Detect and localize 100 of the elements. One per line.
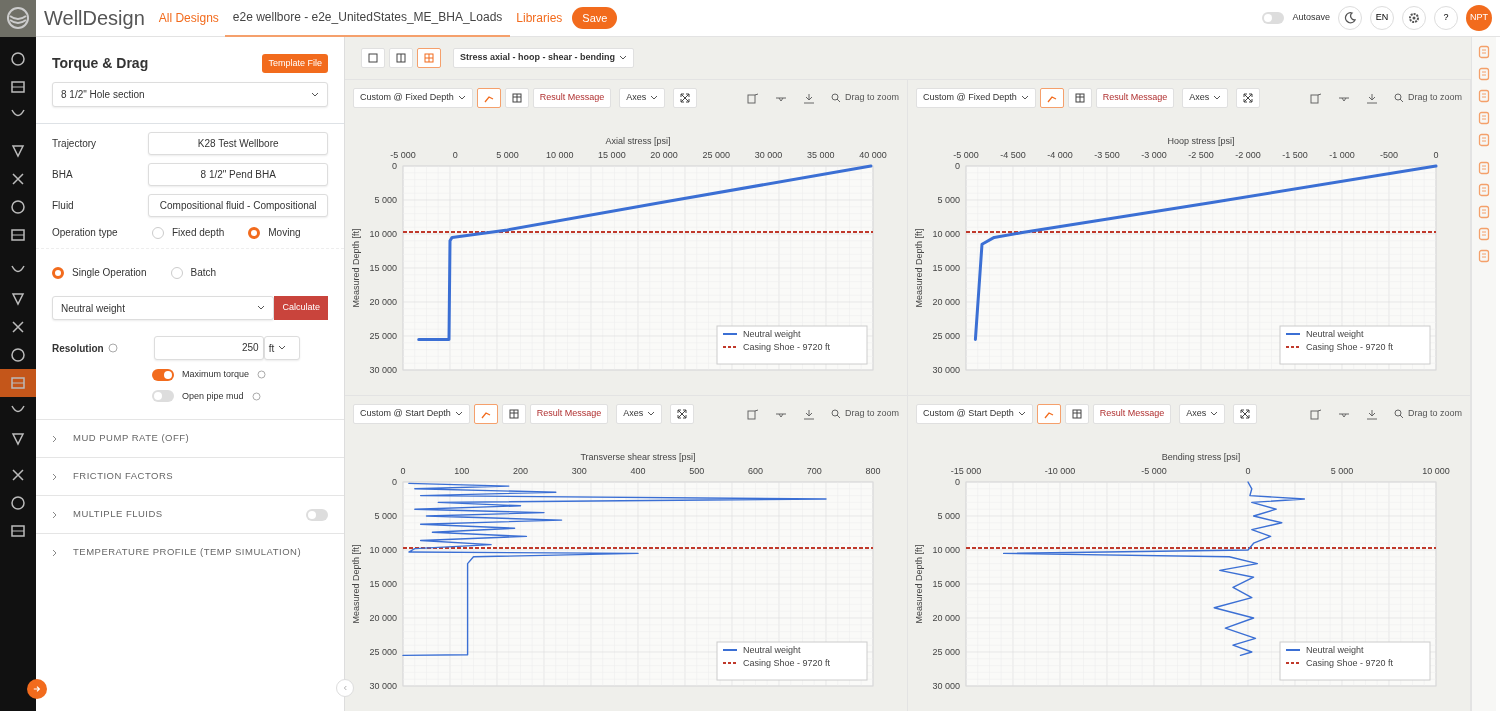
zoom-button[interactable]: Drag to zoom: [1393, 407, 1462, 421]
tick-label: 0: [1433, 150, 1439, 160]
tick-label: 200: [513, 466, 528, 476]
result-message-button[interactable]: Result Message: [529, 404, 609, 424]
calculate-button[interactable]: Calculate: [274, 296, 328, 320]
field-label: Resolution: [52, 341, 104, 356]
toggle-switch[interactable]: [152, 368, 174, 381]
side-tool-button[interactable]: [1478, 111, 1490, 125]
side-tool-button[interactable]: [1478, 249, 1490, 263]
export-icon: [746, 92, 759, 104]
axes-select[interactable]: Axes: [1179, 404, 1226, 424]
zoom-button[interactable]: Drag to zoom: [830, 91, 899, 105]
chevron-down-icon: [1017, 411, 1026, 417]
help-button[interactable]: ?: [1434, 6, 1458, 30]
expand-icon: [677, 409, 688, 419]
toggle-switch[interactable]: [306, 508, 328, 521]
view-toggle[interactable]: [473, 404, 498, 424]
radio-button[interactable]: [248, 226, 261, 239]
chevron-down-icon: [650, 95, 659, 101]
side-tool-button[interactable]: [1478, 205, 1490, 219]
tick-label: 500: [689, 466, 705, 476]
radio-button[interactable]: [52, 266, 64, 279]
select-field[interactable]: K28 Test Wellbore: [148, 132, 328, 155]
radio-button[interactable]: [152, 226, 164, 239]
select-field[interactable]: 8 1/2" Pend BHA: [148, 163, 328, 186]
table-icon: [1074, 93, 1085, 103]
view-toggle[interactable]: [1036, 404, 1061, 424]
tick-label: 25 000: [369, 647, 397, 657]
zoom-button[interactable]: Drag to zoom: [830, 407, 899, 421]
fullscreen-button[interactable]: [670, 404, 695, 424]
grid-icon: [424, 53, 434, 63]
mode-select[interactable]: Custom @ Fixed Depth: [353, 88, 473, 108]
chart-tool-button[interactable]: [802, 92, 815, 104]
section-select[interactable]: 8 1/2" Hole section: [52, 82, 328, 107]
zoom-button[interactable]: Drag to zoom: [1393, 91, 1462, 105]
toggle-label: Autosave: [1292, 11, 1330, 25]
resolution-input[interactable]: 250: [153, 336, 264, 360]
tick-label: 25 000: [932, 331, 960, 341]
result-message-button[interactable]: Result Message: [1095, 88, 1175, 108]
tick-label: 700: [806, 466, 822, 476]
tick-label: -2 000: [1235, 150, 1261, 160]
side-tool-button[interactable]: [1478, 183, 1490, 197]
tick-label: 800: [865, 466, 881, 476]
legend-label: Casing Shoe - 9720 ft: [743, 658, 831, 668]
export-icon: [1309, 92, 1322, 104]
axes-select[interactable]: Axes: [619, 88, 666, 108]
result-message-button[interactable]: Result Message: [532, 88, 612, 108]
language-button[interactable]: EN: [1370, 6, 1394, 30]
layout-button[interactable]: [417, 48, 441, 68]
unit-select[interactable]: ft: [263, 336, 300, 360]
side-tool-button[interactable]: [1478, 133, 1490, 147]
fullscreen-button[interactable]: [1233, 404, 1258, 424]
chart-tool-button[interactable]: [1309, 408, 1322, 420]
mode-select[interactable]: Custom @ Start Depth: [916, 404, 1033, 424]
chart-tool-button[interactable]: [802, 408, 815, 420]
mode-select[interactable]: Custom @ Fixed Depth: [916, 88, 1036, 108]
operation-select[interactable]: Neutral weight: [52, 296, 275, 320]
accordion-header[interactable]: MULTIPLE FLUIDS: [36, 495, 344, 533]
settings-button[interactable]: [1402, 6, 1426, 30]
side-tool-button[interactable]: [1478, 45, 1490, 59]
chart-tool-button[interactable]: [1365, 408, 1378, 420]
layout-button[interactable]: [361, 48, 385, 68]
view-toggle[interactable]: [504, 88, 529, 108]
export-icon: [1309, 408, 1322, 420]
expand-icon: [1243, 93, 1254, 103]
theme-button[interactable]: [1338, 6, 1362, 30]
view-toggle[interactable]: [1064, 404, 1089, 424]
accordion-header[interactable]: MUD PUMP RATE (OFF): [36, 419, 344, 457]
chevron-down-icon: [1210, 411, 1219, 417]
accordion-header[interactable]: TEMPERATURE PROFILE (TEMP SIMULATION): [36, 533, 344, 571]
autosave-toggle[interactable]: [1262, 12, 1285, 24]
view-toggle[interactable]: [1067, 88, 1092, 108]
accordion-header[interactable]: FRICTION FACTORS: [36, 457, 344, 495]
view-toggle[interactable]: [501, 404, 526, 424]
axes-select[interactable]: Axes: [616, 404, 663, 424]
side-tool-button[interactable]: [1478, 161, 1490, 175]
expand-button[interactable]: [27, 679, 47, 699]
view-toggle[interactable]: [476, 88, 501, 108]
view-toggle[interactable]: [1039, 88, 1064, 108]
download-icon: [802, 92, 815, 104]
radio-button[interactable]: [170, 266, 183, 279]
tick-label: 20 000: [650, 150, 678, 160]
mode-select[interactable]: Custom @ Start Depth: [353, 404, 470, 424]
toggle-switch[interactable]: [152, 390, 174, 403]
fullscreen-button[interactable]: [1236, 88, 1261, 108]
download-icon: [1365, 92, 1378, 104]
axes-select[interactable]: Axes: [1182, 88, 1229, 108]
chart-tool-button[interactable]: [1309, 92, 1322, 104]
fullscreen-button[interactable]: [673, 88, 698, 108]
select-field[interactable]: Compositional fluid - Compositional: [148, 194, 328, 217]
chart-tool-button[interactable]: [746, 92, 759, 104]
side-tool-button[interactable]: [1478, 67, 1490, 81]
chart-tool-button[interactable]: [746, 408, 759, 420]
side-tool-button[interactable]: [1478, 89, 1490, 103]
side-tool-button[interactable]: [1478, 227, 1490, 241]
funnel-icon: [10, 431, 26, 447]
view-select[interactable]: Stress axial - hoop - shear - bending: [453, 48, 635, 68]
layout-button[interactable]: [389, 48, 413, 68]
chart-tool-button[interactable]: [1365, 92, 1378, 104]
result-message-button[interactable]: Result Message: [1092, 404, 1172, 424]
